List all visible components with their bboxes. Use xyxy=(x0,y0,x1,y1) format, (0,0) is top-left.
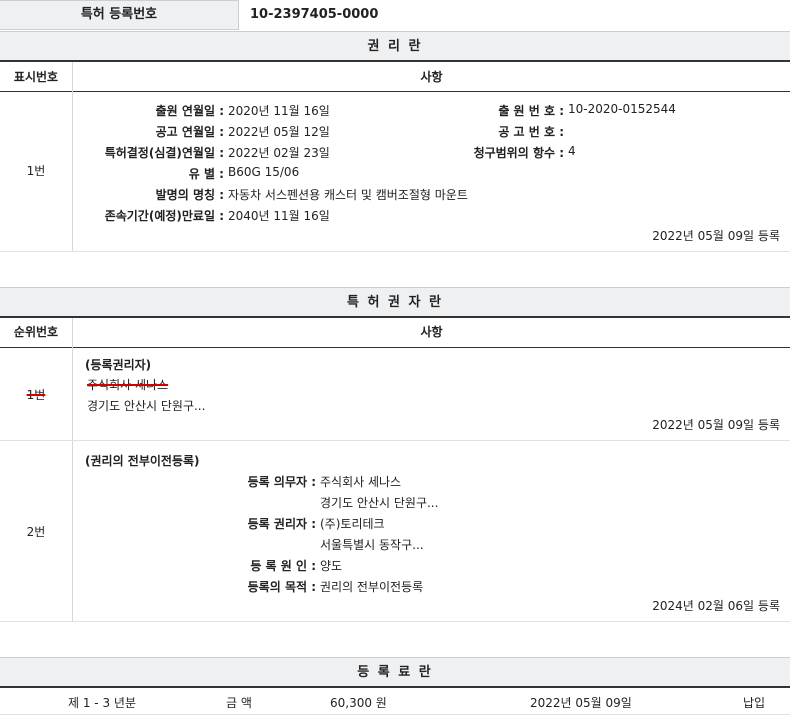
divider xyxy=(72,62,73,251)
divider xyxy=(72,318,73,621)
divider xyxy=(0,440,790,441)
holder-row1-registration-date: 2022년 05월 09일 등록 xyxy=(652,418,780,432)
obligor-label: 등록 의무자 : xyxy=(247,475,316,489)
filing-date-label: 출원 연월일 : xyxy=(155,104,224,118)
filing-date-value: 2020년 11월 16일 xyxy=(228,104,330,118)
fee-date: 2022년 05월 09일 xyxy=(530,696,632,710)
obligor-address: 경기도 안산시 단원구... xyxy=(320,496,439,510)
holder-address: 서울특별시 동작구... xyxy=(320,538,424,552)
classification-label: 유 별 : xyxy=(188,167,224,181)
cause-value: 양도 xyxy=(320,559,343,573)
rights-section-title: 권 리 란 xyxy=(0,31,790,62)
holder-row2-heading: (권리의 전부이전등록) xyxy=(85,454,200,468)
holder-row2-number: 2번 xyxy=(26,525,46,539)
invention-title-label: 발명의 명칭 : xyxy=(155,188,224,202)
holder-row1-number: 1번 xyxy=(26,388,46,402)
claims-count-label: 청구범위의 항수 : xyxy=(473,146,564,160)
classification-value: B60G 15/06 xyxy=(228,165,300,179)
purpose-label: 등록의 목적 : xyxy=(247,580,316,594)
holder-row1-address: 경기도 안산시 단원구... xyxy=(87,399,206,413)
fee-amount-label: 금 액 xyxy=(226,696,252,710)
patent-number-label: 특허 등록번호 xyxy=(0,0,239,30)
holders-col-num: 순위번호 xyxy=(13,325,59,339)
holder-row1-heading: (등록권리자) xyxy=(85,358,152,372)
fee-amount: 60,300 원 xyxy=(330,696,387,710)
fees-section-title: 등 록 료 란 xyxy=(0,657,790,688)
application-number-label: 출 원 번 호 : xyxy=(498,104,564,118)
rights-registration-date: 2022년 05월 09일 등록 xyxy=(652,229,780,243)
divider xyxy=(0,347,790,348)
invention-title-value: 자동차 서스펜션용 캐스터 및 캠버조절형 마운트 xyxy=(228,188,468,202)
publication-number-label: 공 고 번 호 : xyxy=(498,125,564,139)
decision-date-label: 특허결정(심결)연월일 : xyxy=(104,146,224,160)
publication-date-value: 2022년 05월 12일 xyxy=(228,125,330,139)
rights-col-item: 사항 xyxy=(420,70,443,84)
patent-number-value: 10-2397405-0000 xyxy=(250,7,379,22)
divider xyxy=(0,714,790,715)
obligor-name: 주식회사 세나스 xyxy=(320,475,402,489)
divider xyxy=(0,91,790,92)
holders-col-item: 사항 xyxy=(420,325,443,339)
holder-row1-name: 주식회사 세나스 xyxy=(87,378,169,392)
fee-period: 제 1 - 3 년분 xyxy=(68,696,136,710)
expiry-date-label: 존속기간(예정)만료일 : xyxy=(104,209,224,223)
rights-row-number: 1번 xyxy=(26,164,46,178)
purpose-value: 권리의 전부이전등록 xyxy=(320,580,424,594)
application-number-value: 10-2020-0152544 xyxy=(568,102,676,116)
decision-date-value: 2022년 02월 23일 xyxy=(228,146,330,160)
divider xyxy=(0,621,790,622)
patent-number-row: 특허 등록번호 10-2397405-0000 xyxy=(0,0,790,30)
holder-row2-registration-date: 2024년 02월 06일 등록 xyxy=(652,599,780,613)
holders-section-title: 특 허 권 자 란 xyxy=(0,287,790,318)
claims-count-value: 4 xyxy=(568,144,576,158)
divider xyxy=(0,251,790,252)
expiry-date-value: 2040년 11월 16일 xyxy=(228,209,330,223)
fee-status: 납입 xyxy=(743,696,766,710)
holder-label: 등록 권리자 : xyxy=(247,517,316,531)
cause-label: 등 록 원 인 : xyxy=(250,559,316,573)
publication-date-label: 공고 연월일 : xyxy=(155,125,224,139)
holder-name: (주)토리테크 xyxy=(320,517,385,531)
rights-col-num: 표시번호 xyxy=(13,70,59,84)
